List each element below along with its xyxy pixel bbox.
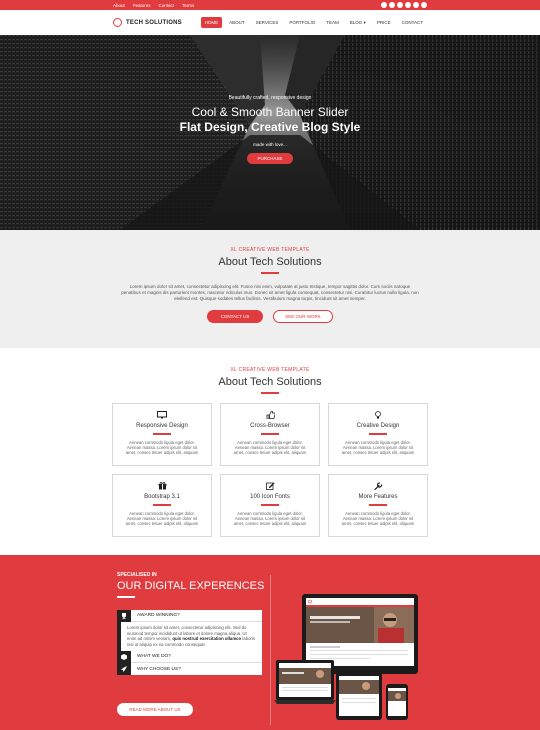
nav-item-contact[interactable]: CONTACT	[398, 17, 427, 28]
accordion-header-what-we-do[interactable]: WHAT WE DO?	[117, 650, 262, 664]
top-link-features[interactable]: Features	[133, 3, 151, 8]
feature-title: Creative Design	[356, 423, 400, 429]
features-divider	[261, 392, 279, 394]
gift-icon	[113, 481, 211, 490]
facebook-icon[interactable]	[381, 2, 387, 8]
trophy-icon	[117, 609, 131, 622]
feature-text: Aenean commodo ligula eget dolor. Aenean…	[125, 439, 199, 456]
accordion-title: AWARD WINNING?	[137, 613, 180, 618]
feature-divider	[261, 504, 279, 506]
accordion-body: Lorem ipsum dolor sit amet, consectetur …	[117, 622, 262, 652]
contact-us-button[interactable]: CONTACT US	[207, 309, 263, 323]
accordion-header-why-choose[interactable]: WHY CHOOSE US?	[117, 663, 262, 676]
purchase-button[interactable]: PURCHASE	[247, 153, 293, 164]
feature-text: Aenean commodo ligula eget dolor. Aenean…	[341, 510, 415, 527]
accordion: AWARD WINNING? Lorem ipsum dolor sit ame…	[117, 609, 262, 676]
site-header: TECH SOLUTIONS HOME ABOUT SERVICES PORTF…	[0, 10, 540, 35]
monitor-icon	[113, 411, 211, 419]
feature-title: Responsive Design	[136, 423, 188, 429]
lightbulb-icon	[329, 411, 427, 419]
accordion-title: WHY CHOOSE US?	[137, 666, 181, 672]
nav-item-about[interactable]: ABOUT	[225, 17, 249, 28]
accordion-text-bold: quis nostrud exercitation ullamco	[172, 636, 242, 642]
social-icons	[381, 2, 427, 8]
hero-heading: Cool & Smooth Banner Slider	[191, 105, 349, 119]
feature-divider	[153, 504, 171, 506]
feature-text: Aenean commodo ligula eget dolor. Aenean…	[341, 439, 415, 456]
feature-card-creative[interactable]: Creative Design Aenean commodo ligula eg…	[328, 403, 428, 466]
feature-card-cross-browser[interactable]: Cross-Browser Aenean commodo ligula eget…	[220, 403, 320, 466]
logo[interactable]: TECH SOLUTIONS	[113, 18, 182, 27]
about-divider	[261, 272, 279, 274]
feature-divider	[261, 433, 279, 435]
digital-title: OUR DIGITAL EXPERENCES	[117, 580, 265, 592]
devices-mockup-image	[274, 594, 418, 720]
feature-text: Aenean commodo ligula eget dolor. Aenean…	[233, 510, 307, 527]
google-plus-icon[interactable]	[405, 2, 411, 8]
about-title: About Tech Solutions	[218, 256, 322, 268]
about-kicker: XL CREATIVE WEB TEMPLATE	[230, 247, 310, 253]
about-section: XL CREATIVE WEB TEMPLATE About Tech Solu…	[0, 230, 540, 348]
top-link-about[interactable]: About	[113, 3, 125, 8]
hero-made-with: made with love...	[253, 142, 287, 147]
accordion-text: Lorem ipsum dolor sit amet, consectetur …	[121, 622, 262, 651]
vertical-divider	[270, 575, 271, 725]
thumbs-up-icon	[221, 410, 319, 420]
feature-divider	[153, 433, 171, 435]
features-title: About Tech Solutions	[218, 376, 322, 388]
logo-text: TECH SOLUTIONS	[126, 19, 182, 26]
feature-card-icon-fonts[interactable]: 100 Icon Fonts Aenean commodo ligula ege…	[220, 474, 320, 537]
read-more-button[interactable]: READ MORE ABOUT US	[117, 703, 193, 716]
feature-card-responsive[interactable]: Responsive Design Aenean commodo ligula …	[112, 403, 212, 466]
hero-content: Beautifully crafted, responsive design C…	[0, 95, 540, 165]
main-nav: HOME ABOUT SERVICES PORTFOLIO TEAM BLOG …	[200, 17, 427, 29]
nav-item-services[interactable]: SERVICES	[252, 17, 283, 28]
top-links: About Features Contact Terms	[113, 3, 194, 8]
edit-icon	[221, 482, 319, 490]
feature-divider	[369, 433, 387, 435]
about-text: Lorem ipsum dolor sit amet, consectetur …	[121, 283, 419, 301]
logo-icon	[113, 18, 122, 27]
accordion-title: WHAT WE DO?	[137, 654, 171, 660]
hero-banner: Beautifully crafted, responsive design C…	[0, 35, 540, 230]
nav-item-team[interactable]: TEAM	[322, 17, 343, 28]
feature-card-bootstrap[interactable]: Bootstrap 3.1 Aenean commodo ligula eget…	[112, 474, 212, 537]
top-link-terms[interactable]: Terms	[182, 3, 194, 8]
hero-tagline: Beautifully crafted, responsive design	[228, 95, 312, 101]
digital-divider	[117, 596, 135, 598]
feature-title: More Features	[358, 494, 398, 500]
features-section: XL CREATIVE WEB TEMPLATE About Tech Solu…	[0, 348, 540, 555]
about-buttons: CONTACT US SEE OUR WORK	[0, 309, 540, 323]
cube-icon	[117, 650, 131, 663]
nav-item-home[interactable]: HOME	[200, 17, 223, 28]
digital-kicker: SPECIALISED IN	[117, 572, 157, 578]
nav-item-blog[interactable]: BLOG ▾	[346, 17, 370, 29]
feature-title: Cross-Browser	[250, 423, 290, 429]
feature-title: Bootstrap 3.1	[144, 494, 180, 500]
digital-section: SPECIALISED IN OUR DIGITAL EXPERENCES AW…	[0, 555, 540, 730]
feature-divider	[369, 504, 387, 506]
feature-text: Aenean commodo ligula eget dolor. Aenean…	[233, 439, 307, 456]
features-grid: Responsive Design Aenean commodo ligula …	[112, 403, 428, 537]
pinterest-icon[interactable]	[397, 2, 403, 8]
hero-subheading: Flat Design, Creative Blog Style	[179, 120, 361, 134]
feature-text: Aenean commodo ligula eget dolor. Aenean…	[125, 510, 199, 527]
twitter-icon[interactable]	[389, 2, 395, 8]
features-kicker: XL CREATIVE WEB TEMPLATE	[230, 367, 310, 373]
nav-item-price[interactable]: PRICE	[373, 17, 395, 28]
accordion-header-award[interactable]: AWARD WINNING?	[117, 609, 262, 622]
linkedin-icon[interactable]	[413, 2, 419, 8]
top-link-contact[interactable]: Contact	[159, 3, 175, 8]
feature-card-more-features[interactable]: More Features Aenean commodo ligula eget…	[328, 474, 428, 537]
nav-item-portfolio[interactable]: PORTFOLIO	[285, 17, 319, 28]
wrench-icon	[329, 482, 427, 491]
feature-title: 100 Icon Fonts	[250, 494, 290, 500]
rocket-icon	[117, 663, 131, 676]
see-our-work-button[interactable]: SEE OUR WORK	[273, 309, 333, 323]
youtube-icon[interactable]	[421, 2, 427, 8]
top-bar: About Features Contact Terms	[0, 0, 540, 10]
